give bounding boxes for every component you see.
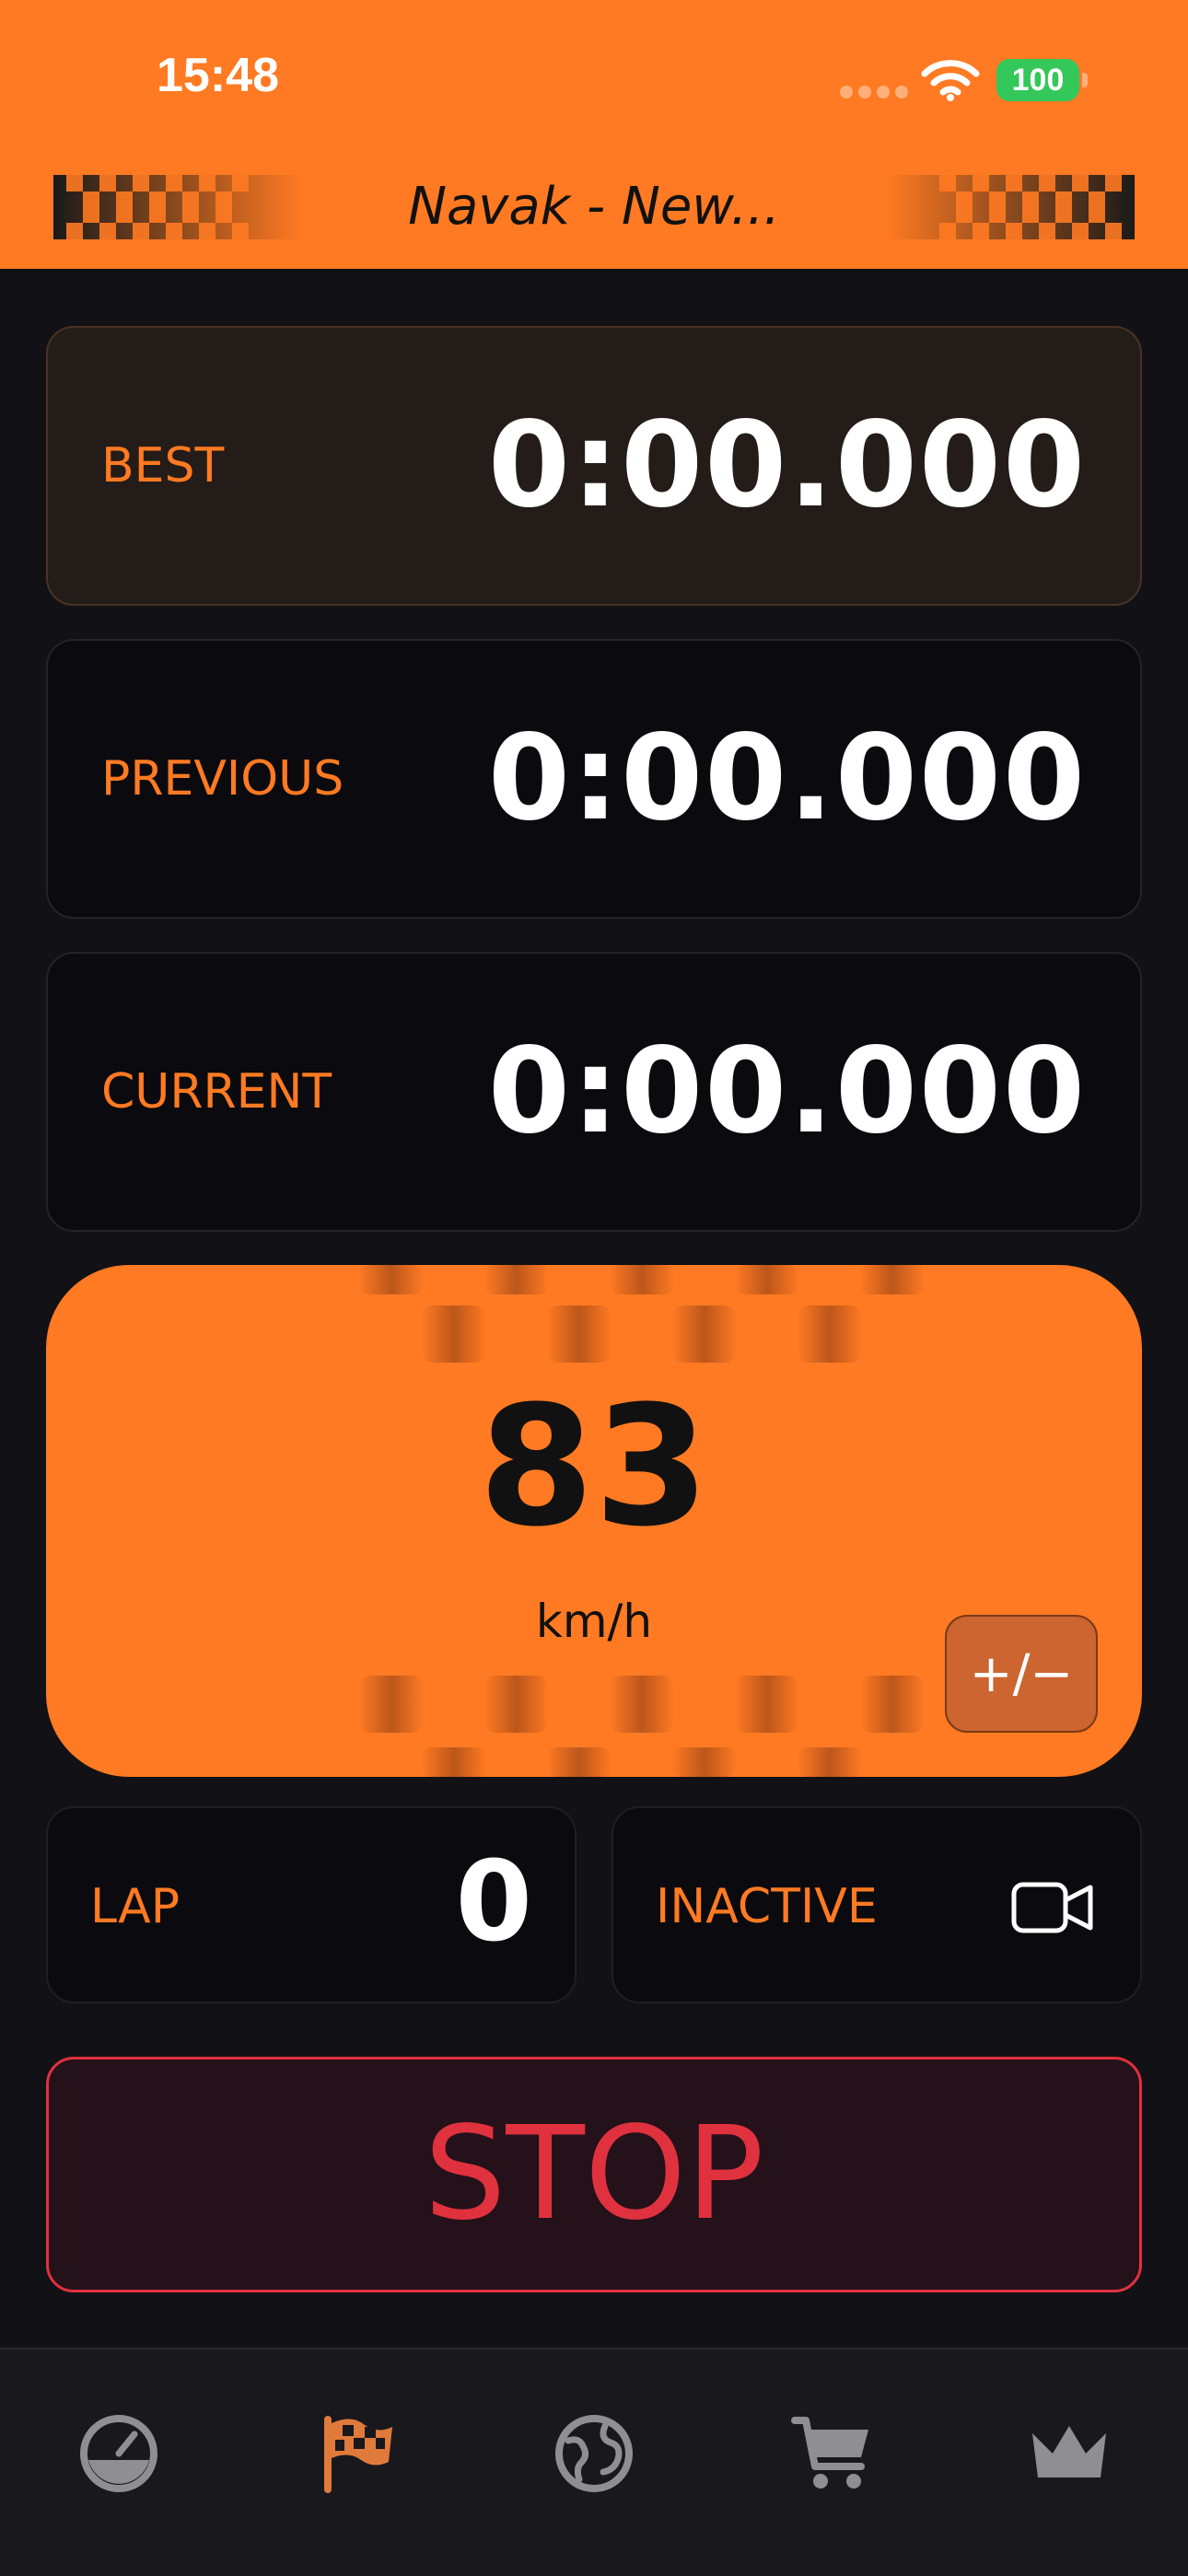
checkered-flag-icon: [324, 2416, 392, 2493]
previous-label: PREVIOUS: [101, 751, 344, 806]
tab-tracks[interactable]: [543, 2403, 645, 2504]
plus-minus-icon: +/−: [969, 1643, 1074, 1704]
status-time: 15:48: [157, 49, 279, 102]
previous-lap-card: PREVIOUS 0:00.000: [46, 639, 1142, 919]
battery-tip: [1082, 73, 1088, 87]
tab-premium[interactable]: [1019, 2403, 1120, 2504]
current-label: CURRENT: [101, 1064, 332, 1120]
cart-icon: [791, 2417, 868, 2489]
tab-shop[interactable]: [781, 2403, 882, 2504]
best-label: BEST: [101, 438, 225, 493]
speed-value: 83: [478, 1371, 710, 1563]
checkered-pattern-top: [359, 1265, 925, 1363]
best-time-value: 0:00.000: [487, 397, 1087, 534]
speed-adjust-button[interactable]: +/−: [945, 1615, 1098, 1733]
current-lap-card: CURRENT 0:00.000: [46, 952, 1142, 1232]
crown-icon: [1032, 2426, 1106, 2477]
tab-race[interactable]: [306, 2403, 407, 2504]
stop-button[interactable]: STOP: [46, 2057, 1142, 2292]
checkered-pattern-left: [53, 175, 302, 239]
lap-count: 0: [455, 1839, 533, 1967]
recording-card[interactable]: INACTIVE: [611, 1806, 1142, 2003]
session-title[interactable]: Navak - New...: [295, 175, 893, 239]
speed-card: 83 km/h +/−: [46, 1265, 1142, 1777]
current-time-value: 0:00.000: [487, 1023, 1087, 1160]
battery-indicator: 100: [996, 59, 1079, 101]
lap-label: LAP: [90, 1879, 181, 1934]
recording-status-label: INACTIVE: [656, 1879, 878, 1934]
cellular-signal-icon: [840, 85, 914, 102]
tab-speedometer[interactable]: [68, 2403, 169, 2504]
speedometer-icon: [80, 2415, 157, 2492]
globe-icon: [555, 2415, 633, 2492]
tab-bar: [0, 2348, 1188, 2576]
video-camera-icon[interactable]: [1011, 1880, 1094, 1935]
checkered-pattern-bottom: [359, 1676, 925, 1777]
header-bar: 15:48 100 Navak - New...: [0, 0, 1188, 269]
wifi-icon: [921, 60, 980, 101]
best-lap-card: BEST 0:00.000: [46, 326, 1142, 606]
previous-time-value: 0:00.000: [487, 710, 1087, 847]
lap-card: LAP 0: [46, 1806, 577, 2003]
checkered-pattern-right: [886, 175, 1135, 239]
